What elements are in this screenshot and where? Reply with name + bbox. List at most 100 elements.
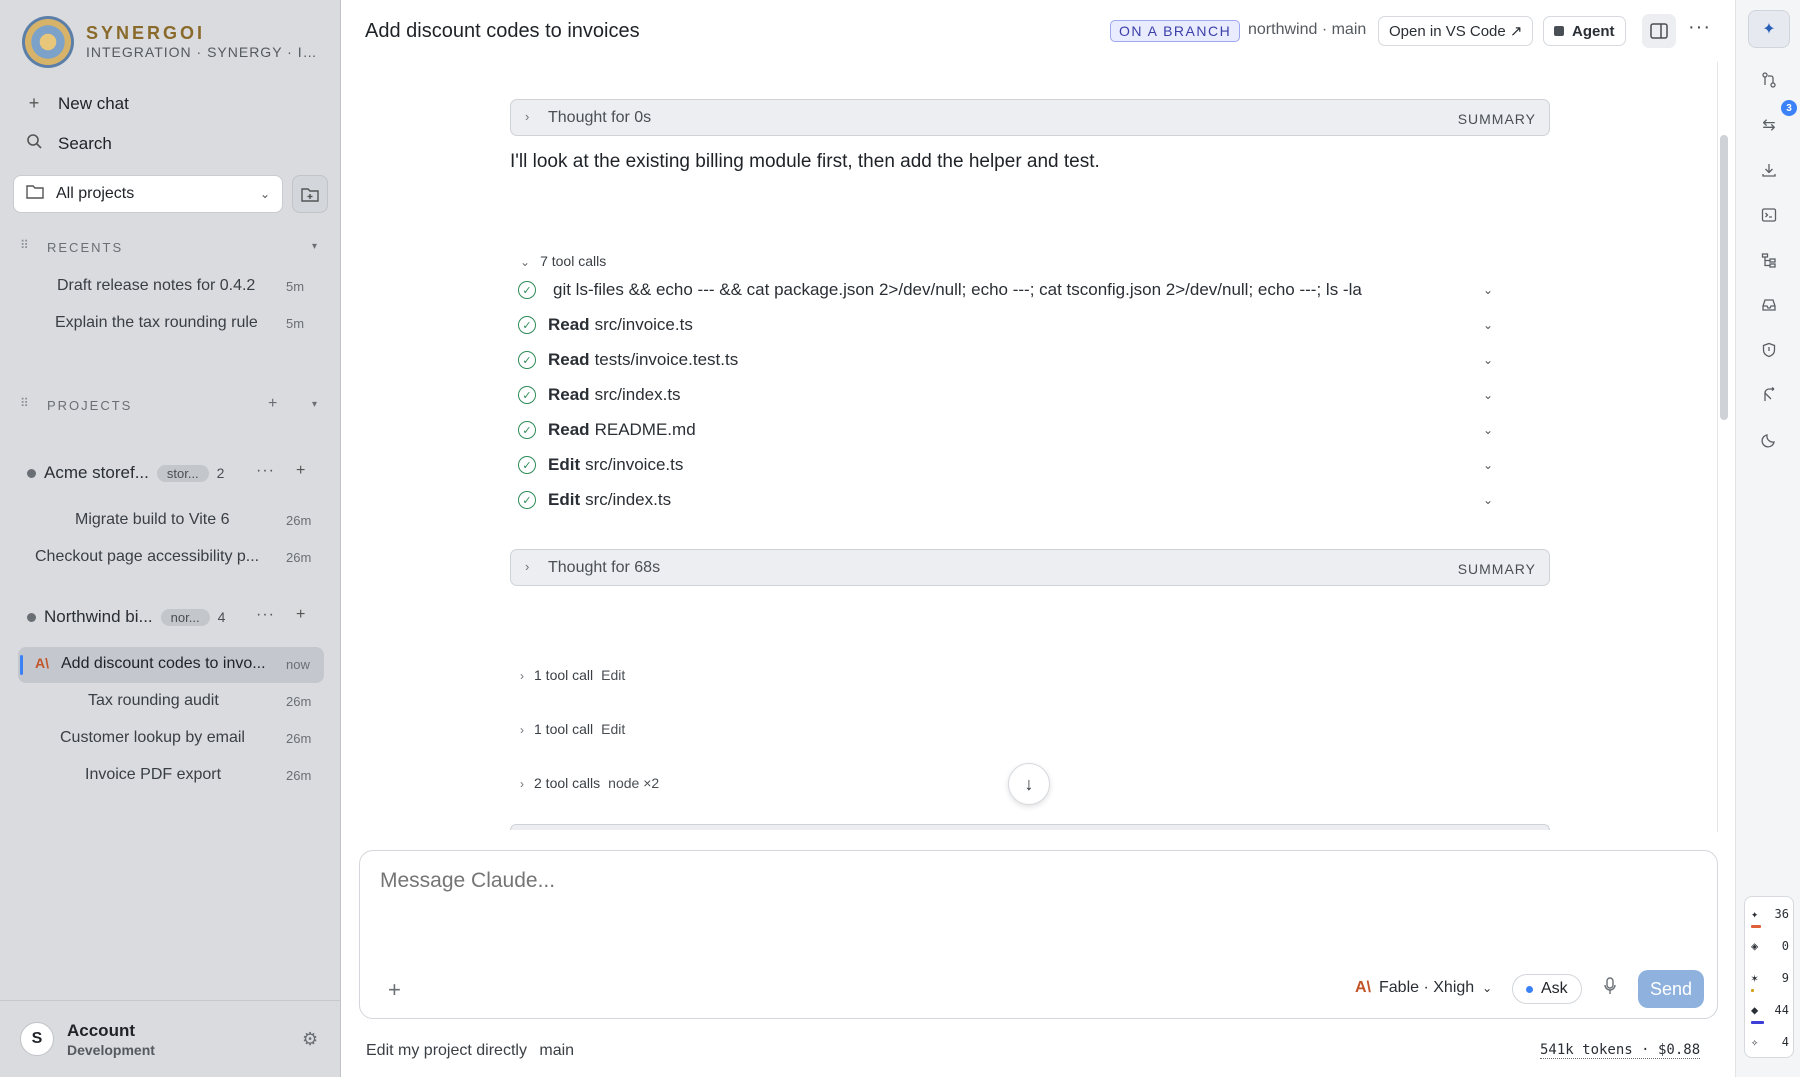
rail-shield-button[interactable] [1748,331,1790,369]
folder-icon [26,184,44,204]
tool-call-row[interactable]: ✓ Read README.md ⌄ [518,416,1493,444]
tool-verb: Read [548,315,590,334]
collapse-caret-icon[interactable]: ▾ [312,241,317,252]
gear-icon[interactable]: ⚙ [302,1029,318,1050]
chat-item[interactable]: Customer lookup by email [60,729,245,747]
more-icon[interactable]: ··· [256,606,275,624]
chevron-right-icon: › [520,777,524,791]
assistant-message: I'll look at the existing billing module… [510,151,1100,172]
add-chat-icon[interactable]: + [296,606,305,624]
stop-icon [1554,26,1564,36]
mode-toggle-button[interactable]: Ask [1512,974,1582,1004]
sidebar-panel-icon [1650,23,1668,39]
agent-button[interactable]: Agent [1543,16,1626,46]
search-button[interactable]: Search [24,133,112,154]
recent-item-0[interactable]: Draft release notes for 0.4.2 [57,277,255,295]
footer-branch: main [539,1042,575,1059]
chat-item-active[interactable]: Add discount codes to invo... [61,655,266,673]
tool-target: README.md [594,420,696,439]
new-chat-label: New chat [58,93,129,113]
search-icon [24,133,44,154]
rail-theme-button[interactable] [1748,421,1790,459]
brand-title: SYNERGOI [86,23,206,43]
tool-group-header[interactable]: ⌄ 7 tool calls [520,253,606,269]
rail-changes-button[interactable]: ⇆ 3 [1748,100,1797,144]
rail-inbox-button[interactable] [1748,286,1790,324]
recent-time-0: 5m [286,279,305,294]
tool-target: git ls-files && echo --- && cat package.… [553,280,1362,299]
drag-handle-icon[interactable]: ⠿ [20,396,29,410]
model-selector[interactable]: A\ Fable · Xhigh ⌄ [1355,979,1492,997]
tool-call-row[interactable]: ✓ Edit src/index.ts ⌄ [518,486,1493,514]
changes-count-badge: 3 [1781,100,1797,116]
summary-label[interactable]: SUMMARY [1458,111,1536,127]
chat-time: 26m [286,768,312,783]
account-panel[interactable]: S Account Development ⚙ [0,1000,341,1077]
tool-call-row[interactable]: ✓ Edit src/invoice.ts ⌄ [518,451,1493,479]
rail-download-button[interactable] [1748,151,1790,189]
thought-block[interactable]: › Thought for 0s SUMMARY [510,99,1550,136]
footer-status[interactable]: Edit my project directly main [366,1042,582,1060]
project-name: Northwind bi... [44,607,153,626]
model-label: Fable · Xhigh [1379,979,1475,996]
chat-time: 26m [286,550,312,565]
tool-group-collapsed[interactable]: › 1 tool call Edit [520,667,625,683]
recent-item-1[interactable]: Explain the tax rounding rule [55,314,258,332]
stat-glyph: ✦ [1751,907,1759,921]
more-icon[interactable]: ··· [256,462,275,480]
project-filter-select[interactable]: All projects ⌄ [13,175,283,213]
chat-item[interactable]: Migrate build to Vite 6 [75,511,229,529]
new-folder-button[interactable] [292,175,328,213]
add-project-icon[interactable]: + [268,395,277,413]
composer: + A\ Fable · Xhigh ⌄ Ask Send [359,850,1718,1019]
chat-item[interactable]: Invoice PDF export [85,766,221,784]
chevron-down-icon[interactable]: ⌄ [1483,353,1493,367]
tool-call-row[interactable]: ✓ Read src/invoice.ts ⌄ [518,311,1493,339]
drag-handle-icon[interactable]: ⠿ [20,238,29,252]
chevron-down-icon[interactable]: ⌄ [1483,318,1493,332]
collapse-caret-icon[interactable]: ▾ [312,399,317,410]
chevron-down-icon[interactable]: ⌄ [1483,388,1493,402]
tool-target: tests/invoice.test.ts [594,350,739,369]
rail-tree-button[interactable] [1748,241,1790,279]
more-icon[interactable]: ··· [1688,16,1711,39]
chevron-down-icon[interactable]: ⌄ [1483,458,1493,472]
scroll-to-bottom-button[interactable]: ↓ [1008,763,1050,805]
stat-value: 9 [1781,971,1789,985]
microphone-icon[interactable] [1604,977,1616,1000]
tool-group-extra: Edit [601,721,626,737]
open-vscode-button[interactable]: Open in VS Code ↗ [1378,16,1534,46]
chat-item[interactable]: Checkout page accessibility p... [35,548,259,566]
token-usage[interactable]: 541k tokens · $0.88 [1540,1042,1701,1059]
tool-group-collapsed[interactable]: › 1 tool call Edit [520,721,625,737]
thought-block[interactable]: › Thought for 68s SUMMARY [510,549,1550,586]
chevron-down-icon[interactable]: ⌄ [1483,283,1493,297]
scroll-track [1717,62,1718,832]
tool-call-row[interactable]: ✓ Read tests/invoice.test.ts ⌄ [518,346,1493,374]
summary-label[interactable]: SUMMARY [1458,561,1536,577]
add-chat-icon[interactable]: + [296,462,305,480]
message-input[interactable] [380,869,1280,893]
rail-branch-button[interactable] [1748,376,1790,414]
active-indicator [20,655,23,675]
tool-group-collapsed[interactable]: › 2 tool calls node ×2 [520,775,659,791]
edit-mode-label: Edit my project directly [366,1042,527,1059]
usage-stats-panel[interactable]: ✦ 36 ◈ 0 ✶ 9 ◆ 44 ✧ 4 [1744,896,1794,1058]
rail-pull-request-button[interactable] [1748,61,1790,99]
send-button[interactable]: Send [1638,970,1704,1008]
chat-item[interactable]: Tax rounding audit [88,692,219,710]
rail-terminal-button[interactable] [1748,196,1790,234]
tool-group-label: 1 tool call [534,721,594,737]
project-northwind[interactable]: Northwind bi... nor... 4 [27,607,225,627]
new-chat-button[interactable]: + New chat [24,93,129,114]
toggle-panel-button[interactable] [1642,14,1676,48]
attach-plus-icon[interactable]: + [388,977,401,1003]
right-rail: ✦ ⇆ 3 ✦ 36 ◈ 0 ✶ 9 ◆ 44 ✧ 4 [1735,0,1800,1077]
tool-call-row[interactable]: ✓ Read src/index.ts ⌄ [518,381,1493,409]
rail-sparkle-button[interactable]: ✦ [1748,10,1790,48]
scrollbar[interactable] [1720,135,1728,420]
chevron-down-icon[interactable]: ⌄ [1483,493,1493,507]
tool-call-row[interactable]: ✓ git ls-files && echo --- && cat packag… [518,276,1493,304]
chevron-down-icon[interactable]: ⌄ [1483,423,1493,437]
project-acme[interactable]: Acme storef... stor... 2 [27,463,224,483]
